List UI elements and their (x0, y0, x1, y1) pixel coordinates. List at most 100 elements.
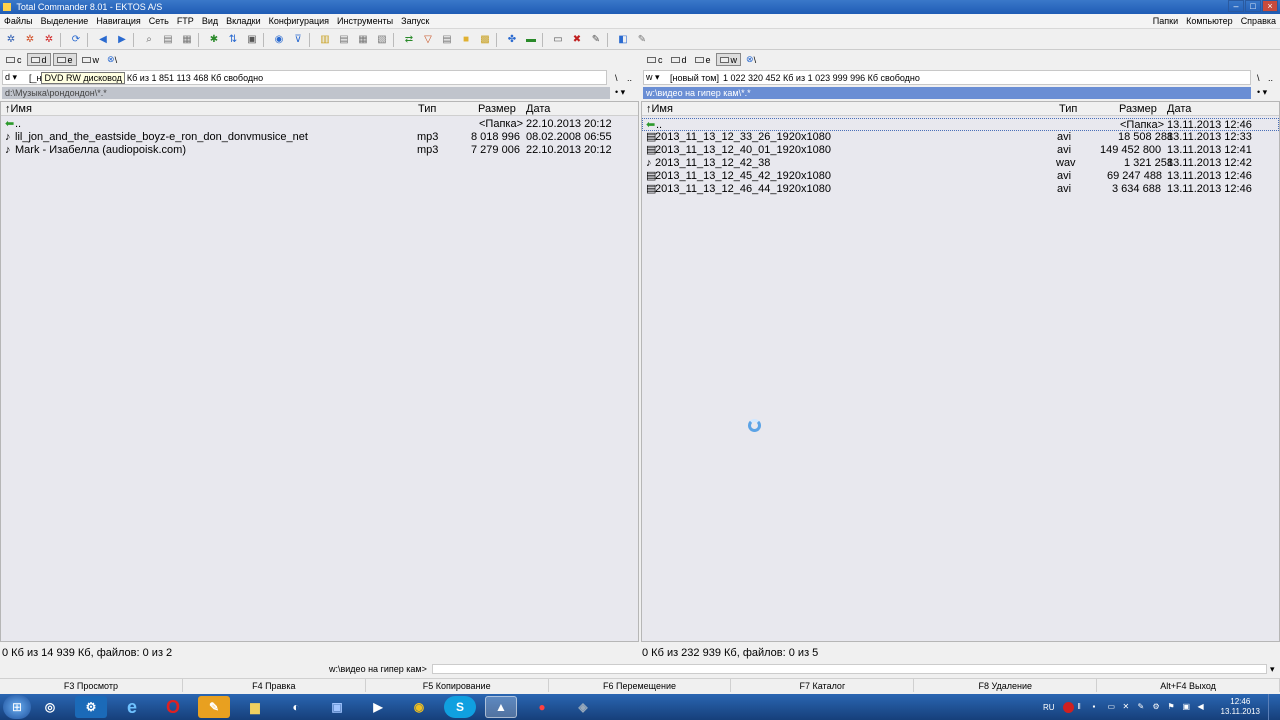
menu-tools[interactable]: Инструменты (333, 14, 397, 28)
chrome-icon[interactable]: ◉ (403, 696, 435, 718)
menu-ftp[interactable]: FTP (173, 14, 198, 28)
column-size[interactable]: Размер (478, 102, 516, 116)
left-up-button[interactable]: .. (627, 73, 632, 83)
monitor-icon[interactable]: ▭ (550, 32, 566, 48)
parent-dir-row[interactable]: ⬅ .. <Папка> 22.10.2013 20:12 (1, 118, 638, 131)
right-drive-select[interactable]: w ▾ (644, 72, 670, 83)
settings-tray-icon[interactable]: ⚙ (1153, 702, 1164, 713)
right-drive-d[interactable]: d (668, 53, 690, 66)
unpack-icon[interactable]: ▤ (336, 32, 352, 48)
menu-configuration[interactable]: Конфигурация (265, 14, 333, 28)
configure-icon[interactable]: ✲ (3, 32, 19, 48)
flag-icon[interactable]: ⚑ (1168, 702, 1179, 713)
menu-files[interactable]: Файлы (0, 14, 37, 28)
f7-mkdir-button[interactable]: F7 Каталог (731, 679, 915, 692)
sync-icon[interactable]: ⇄ (401, 32, 417, 48)
f4-edit-button[interactable]: F4 Правка (183, 679, 366, 692)
file-row[interactable]: ♪ Mark - Изабелла (audiopoisk.com) mp3 7… (1, 144, 638, 157)
edit-tray-icon[interactable]: ✎ (1138, 702, 1149, 713)
note-icon[interactable]: ▩ (477, 32, 493, 48)
column-date[interactable]: Дата (526, 102, 550, 116)
wipe-icon[interactable]: ✎ (588, 32, 604, 48)
pause-icon[interactable]: ‖ (1078, 702, 1089, 713)
right-root-button[interactable]: \ (1257, 73, 1260, 83)
delete-tool-icon[interactable]: ✖ (569, 32, 585, 48)
floppy-save-icon[interactable]: ▣ (321, 696, 353, 718)
edit-icon[interactable]: ✎ (634, 32, 650, 48)
ftp-connect-icon[interactable]: ◉ (271, 32, 287, 48)
menu-navigation[interactable]: Навигация (92, 14, 144, 28)
options-icon[interactable]: ✲ (41, 32, 57, 48)
total-commander-icon[interactable]: ✎ (198, 696, 230, 718)
left-drive-e[interactable]: e (52, 53, 77, 66)
brief-view-icon[interactable]: ▤ (160, 32, 176, 48)
virtualbox-icon[interactable]: ◈ (567, 696, 599, 718)
tree-icon[interactable]: ▬ (523, 32, 539, 48)
notepad-icon[interactable]: ▤ (439, 32, 455, 48)
language-indicator[interactable]: RU (1043, 703, 1055, 712)
left-drive-select[interactable]: d ▾ (3, 72, 29, 83)
column-name[interactable]: ↑ Имя (646, 102, 673, 116)
right-history-button[interactable]: • ▾ (1257, 87, 1267, 98)
tray-app-icon[interactable]: ▪ (1093, 702, 1104, 713)
view-icon[interactable]: ▦ (355, 32, 371, 48)
minimize-button[interactable]: – (1228, 0, 1244, 12)
filter-icon[interactable]: ▽ (420, 32, 436, 48)
internet-explorer-icon[interactable]: e (116, 696, 148, 718)
f5-copy-button[interactable]: F5 Копирование (366, 679, 549, 692)
pack-icon[interactable]: ▥ (317, 32, 333, 48)
right-drive-e[interactable]: e (692, 53, 714, 66)
window-icon[interactable]: ▭ (1108, 702, 1119, 713)
left-file-panel[interactable]: ↑ Имя Тип Размер Дата ⬅ .. <Папка> 22.10.… (0, 101, 639, 642)
column-size[interactable]: Размер (1119, 102, 1157, 116)
f3-view-button[interactable]: F3 Просмотр (0, 679, 183, 692)
refresh-icon[interactable]: ⟳ (68, 32, 84, 48)
column-type[interactable]: Тип (1059, 102, 1077, 116)
menu-folders[interactable]: Папки (1149, 14, 1182, 28)
f6-move-button[interactable]: F6 Перемещение (549, 679, 732, 692)
right-path-bar[interactable]: w:\видео на гипер кам\*.* (643, 87, 1251, 99)
command-history-icon[interactable]: ▾ (1270, 663, 1275, 675)
close-button[interactable]: × (1262, 0, 1278, 12)
parent-dir-row[interactable]: ⬅ .. <Папка> 13.11.2013 12:46 (642, 118, 1279, 131)
menu-view[interactable]: Вид (198, 14, 222, 28)
full-view-icon[interactable]: ▦ (179, 32, 195, 48)
forward-icon[interactable]: ▶ (114, 32, 130, 48)
compare-icon[interactable]: ▣ (244, 32, 260, 48)
volume-icon[interactable]: ◀ (1198, 702, 1209, 713)
menu-computer[interactable]: Компьютер (1182, 14, 1237, 28)
windows-start-icon[interactable]: ⊞ (3, 695, 31, 719)
media-app-icon[interactable]: ◐ (280, 696, 312, 718)
menu-launch[interactable]: Запуск (397, 14, 433, 28)
left-drive-c[interactable]: c (3, 53, 25, 66)
right-drive-c[interactable]: c (644, 53, 666, 66)
network-icon[interactable]: ✤ (504, 32, 520, 48)
maximize-button[interactable]: □ (1245, 0, 1261, 12)
right-file-panel[interactable]: ↑ Имя Тип Размер Дата ⬅ .. <Папка> 13.11.… (641, 101, 1280, 642)
back-icon[interactable]: ◀ (95, 32, 111, 48)
settings-icon[interactable]: ✲ (22, 32, 38, 48)
world-of-tanks-icon[interactable]: ▲ (485, 696, 517, 718)
menu-network[interactable]: Сеть (145, 14, 173, 28)
left-root-button[interactable]: \ (615, 73, 618, 83)
file-row[interactable]: ▤ 2013_11_13_12_33_26_1920x1080 avi 18 5… (642, 131, 1279, 144)
monitor-icon[interactable]: ▣ (1183, 702, 1194, 713)
sort-icon[interactable]: ⇅ (225, 32, 241, 48)
about-icon[interactable]: ◧ (615, 32, 631, 48)
record-icon[interactable] (1062, 701, 1074, 713)
file-row[interactable]: ▤ 2013_11_13_12_45_42_1920x1080 avi 69 2… (642, 170, 1279, 183)
file-row[interactable]: ▤ 2013_11_13_12_46_44_1920x1080 avi 3 63… (642, 183, 1279, 196)
menu-tabs[interactable]: Вкладки (222, 14, 265, 28)
left-drive-network[interactable]: ⊗ \ (104, 53, 120, 66)
show-desktop-button[interactable] (1268, 694, 1280, 720)
skype-icon[interactable]: S (444, 696, 476, 718)
close-tray-icon[interactable]: ✕ (1123, 702, 1134, 713)
left-history-button[interactable]: • ▾ (615, 87, 625, 98)
video-app-icon[interactable]: ▶ (362, 696, 394, 718)
right-drive-w[interactable]: w (715, 53, 742, 66)
left-drive-d[interactable]: d (26, 53, 51, 66)
right-drive-network[interactable]: ⊗ \ (743, 53, 759, 66)
file-row[interactable]: ♪ lil_jon_and_the_eastside_boyz-e_ron_do… (1, 131, 638, 144)
column-date[interactable]: Дата (1167, 102, 1191, 116)
ftp-download-icon[interactable]: ⊽ (290, 32, 306, 48)
